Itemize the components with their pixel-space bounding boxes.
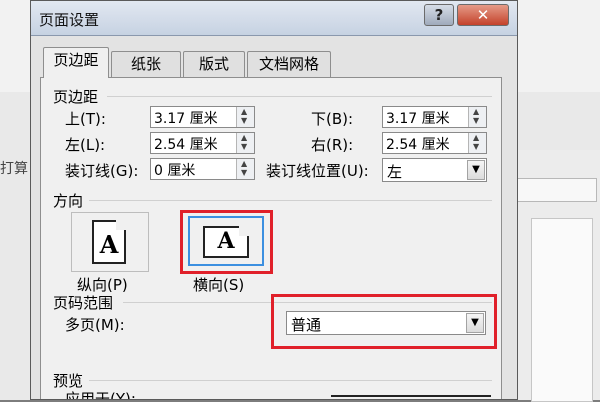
spin-up-icon[interactable]: ▲	[473, 108, 479, 116]
top-margin-spinner[interactable]: 3.17 厘米 ▲ ▼	[150, 106, 255, 128]
multiple-pages-highlight	[271, 294, 497, 349]
portrait-letter: A	[99, 230, 119, 259]
section-divider	[89, 380, 492, 381]
tab-paper[interactable]: 纸张	[111, 51, 181, 77]
section-divider	[107, 96, 492, 97]
page-corner-icon	[116, 220, 126, 230]
spin-down-icon[interactable]: ▼	[241, 117, 247, 125]
dialog-title: 页面设置	[39, 11, 100, 29]
right-margin-spinner[interactable]: 2.54 厘米 ▲ ▼	[382, 132, 487, 154]
spin-down-icon[interactable]: ▼	[473, 117, 479, 125]
spinner-arrows[interactable]: ▲ ▼	[468, 133, 486, 153]
background-toolbar	[515, 178, 597, 202]
gutter-position-label: 装订线位置(U):	[266, 162, 369, 180]
spin-down-icon[interactable]: ▼	[241, 143, 247, 151]
background-text: 打算	[0, 161, 28, 177]
apply-to-dropdown[interactable]	[331, 395, 491, 399]
top-margin-value: 3.17 厘米	[154, 111, 218, 127]
close-button[interactable]: ✕	[457, 4, 509, 26]
top-margin-label: 上(T):	[65, 110, 106, 128]
gutter-value: 0 厘米	[154, 163, 196, 179]
landscape-label[interactable]: 横向(S)	[193, 274, 244, 295]
left-margin-label: 左(L):	[65, 136, 106, 154]
tab-layout[interactable]: 版式	[183, 51, 245, 77]
multiple-pages-label: 多页(M):	[65, 316, 125, 334]
chevron-down-icon[interactable]: ▼	[467, 160, 485, 180]
spin-up-icon[interactable]: ▲	[473, 134, 479, 142]
portrait-page-icon: A	[92, 220, 126, 264]
spin-up-icon[interactable]: ▲	[241, 160, 247, 168]
orientation-section-title: 方向	[53, 192, 84, 210]
gutter-position-dropdown[interactable]: 左 ▼	[382, 158, 487, 182]
left-margin-value: 2.54 厘米	[154, 137, 218, 153]
bottom-margin-value: 3.17 厘米	[386, 111, 450, 127]
gutter-position-value: 左	[387, 163, 403, 181]
spin-up-icon[interactable]: ▲	[241, 108, 247, 116]
tab-document-grid[interactable]: 文档网格	[247, 51, 331, 77]
gutter-spinner[interactable]: 0 厘米 ▲ ▼	[150, 158, 255, 180]
spinner-arrows[interactable]: ▲ ▼	[468, 107, 486, 127]
landscape-highlight	[180, 210, 273, 274]
bottom-margin-label: 下(B):	[311, 110, 354, 128]
margins-panel: 页边距 上(T): 3.17 厘米 ▲ ▼ 下(B): 3.17 厘米 ▲ ▼ 左(…	[40, 77, 502, 400]
left-margin-spinner[interactable]: 2.54 厘米 ▲ ▼	[150, 132, 255, 154]
spinner-arrows[interactable]: ▲ ▼	[236, 133, 254, 153]
margins-section-title: 页边距	[53, 88, 99, 106]
section-divider	[89, 200, 492, 201]
spinner-arrows[interactable]: ▲ ▼	[236, 159, 254, 179]
portrait-option[interactable]: A	[71, 212, 149, 272]
background-pane	[505, 150, 600, 402]
title-bar: 页面设置 ? ✕	[31, 1, 517, 36]
background-page	[531, 218, 593, 402]
apply-to-label: 应用于(Y):	[65, 390, 136, 400]
spin-down-icon[interactable]: ▼	[241, 169, 247, 177]
spin-down-icon[interactable]: ▼	[473, 143, 479, 151]
bottom-margin-spinner[interactable]: 3.17 厘米 ▲ ▼	[382, 106, 487, 128]
spinner-arrows[interactable]: ▲ ▼	[236, 107, 254, 127]
page-setup-dialog: 页面设置 ? ✕ 页边距 纸张 版式 文档网格 页边距 上(T): 3.17 厘…	[30, 0, 518, 400]
right-margin-label: 右(R):	[311, 136, 354, 154]
tab-margins[interactable]: 页边距	[43, 47, 109, 78]
right-margin-value: 2.54 厘米	[386, 137, 450, 153]
pages-section-title: 页码范围	[53, 294, 114, 312]
spin-up-icon[interactable]: ▲	[241, 134, 247, 142]
help-button[interactable]: ?	[424, 4, 454, 26]
gutter-label: 装订线(G):	[65, 162, 139, 180]
